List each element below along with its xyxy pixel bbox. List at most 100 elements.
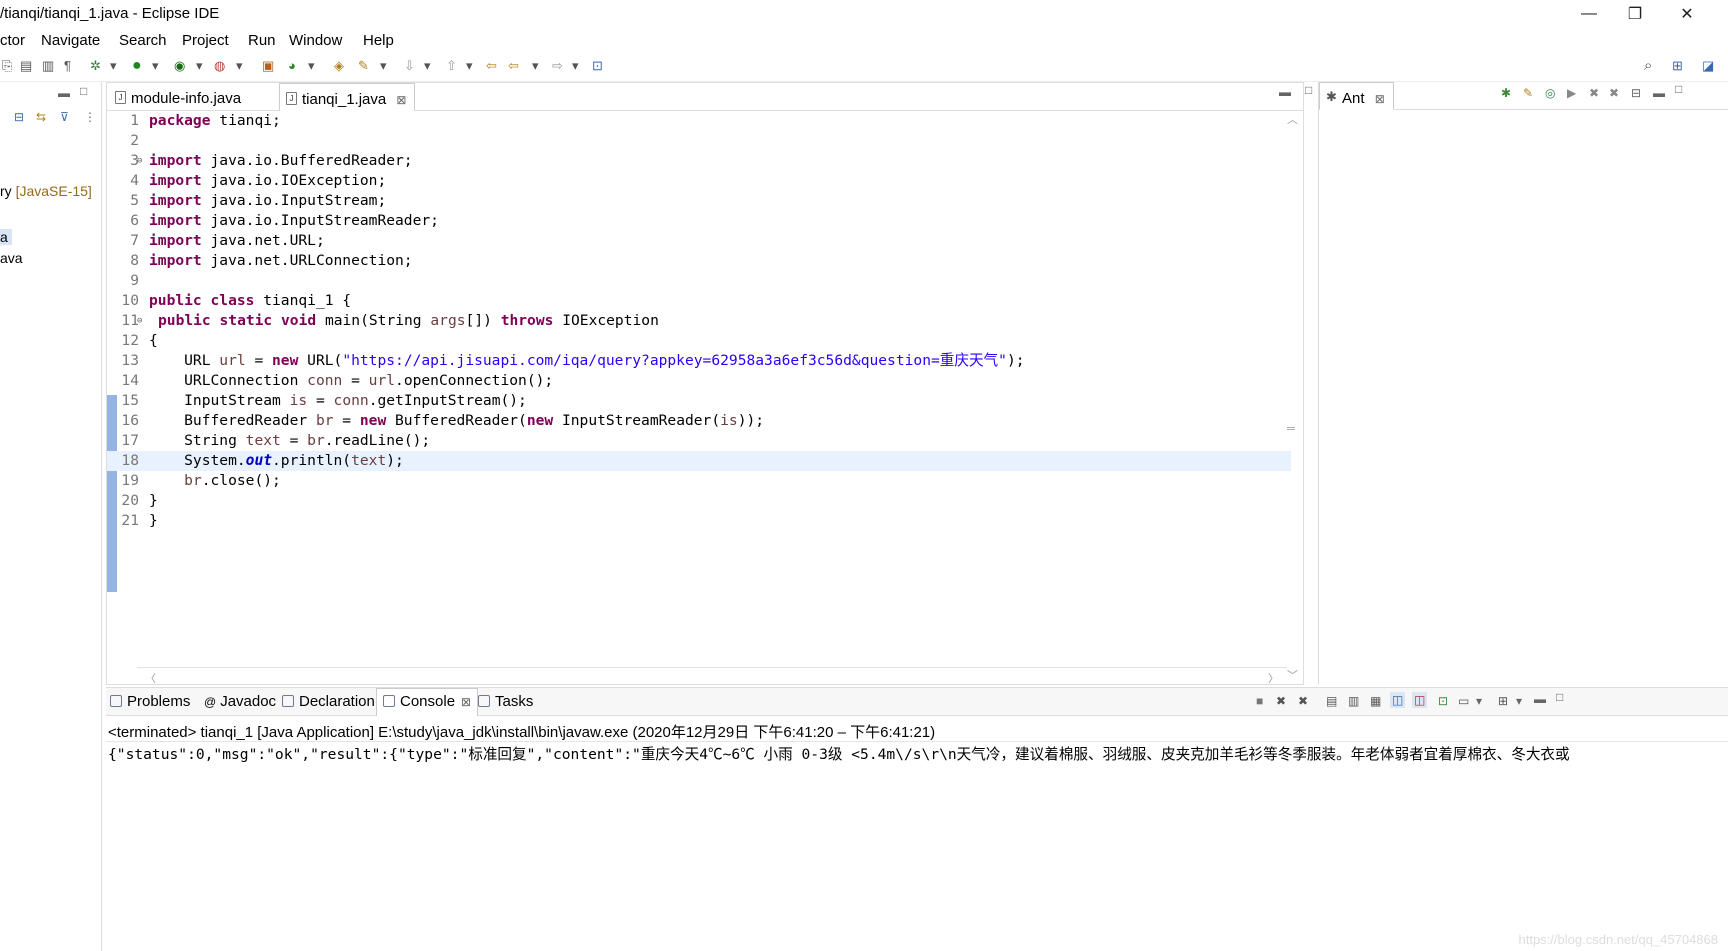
word-wrap-icon[interactable]: ▦ [1370, 694, 1381, 708]
back-icon[interactable]: ⇦ [508, 58, 519, 74]
dropdown-icon[interactable]: ▾ [532, 58, 539, 74]
close-tab-icon[interactable]: ⊠ [396, 93, 406, 107]
show-stderr-icon[interactable]: ◫ [1412, 692, 1428, 708]
search-buildfile-icon[interactable]: ✎ [1523, 86, 1533, 100]
search-icon[interactable]: ⌕ [1644, 58, 1652, 74]
coverage-icon[interactable]: ◉ [174, 58, 185, 74]
tree-item-selected[interactable]: a [0, 229, 12, 245]
external-tools-icon[interactable]: ◍ [214, 58, 225, 74]
menu-refactor[interactable]: ctor [0, 32, 25, 49]
jre-library-label: ry [0, 183, 16, 199]
clear-console-icon[interactable]: ▤ [1326, 694, 1337, 708]
close-button[interactable]: ✕ [1664, 0, 1710, 28]
dropdown-icon[interactable]: ▾ [424, 58, 431, 74]
console-output[interactable]: {"status":0,"msg":"ok","result":{"type":… [108, 743, 1708, 764]
show-stdout-icon[interactable]: ◫ [1390, 692, 1406, 708]
minimize-view-icon[interactable]: ▬ [1534, 692, 1546, 706]
filter-icon[interactable]: ⊽ [60, 110, 69, 124]
maximize-view-icon[interactable]: □ [80, 84, 87, 98]
dropdown-icon[interactable]: ▾ [236, 58, 243, 74]
tab-tasks[interactable]: Tasks [478, 693, 533, 710]
last-edit-icon[interactable]: ⇦ [486, 58, 497, 74]
restore-button[interactable]: ❐ [1612, 0, 1658, 28]
tab-console[interactable]: Console ⊠ [376, 688, 479, 716]
dropdown-icon[interactable]: ▾ [110, 58, 117, 74]
search-tool-icon[interactable]: ✎ [358, 58, 369, 74]
maximize-view-icon[interactable]: □ [1305, 83, 1312, 97]
minimize-view-icon[interactable]: ▬ [1653, 86, 1665, 100]
collapse-all-icon[interactable]: ⊟ [14, 110, 24, 124]
close-tab-icon[interactable]: ⊠ [1375, 92, 1385, 106]
scroll-lock-icon[interactable]: ▥ [1348, 694, 1359, 708]
next-annotation-icon[interactable]: ⇩ [404, 58, 415, 74]
menu-window[interactable]: Window [289, 32, 342, 49]
scroll-right-icon[interactable]: 〉 [1268, 670, 1279, 686]
prev-annotation-icon[interactable]: ⇧ [446, 58, 457, 74]
dropdown-icon[interactable]: ▾ [380, 58, 387, 74]
menu-project[interactable]: Project [182, 32, 229, 49]
view-menu-icon[interactable]: ⊟ [1631, 86, 1641, 100]
maximize-view-icon[interactable]: □ [1556, 690, 1563, 704]
dropdown-icon[interactable]: ▾ [308, 58, 315, 74]
close-tab-icon[interactable]: ⊠ [461, 695, 471, 709]
pin-console-icon[interactable]: ⊡ [1438, 694, 1448, 708]
new-class-icon[interactable]: ◕ [288, 58, 296, 74]
open-perspective-icon[interactable]: ⊞ [1672, 58, 1683, 74]
remove-icon[interactable]: ✖ [1589, 86, 1599, 100]
minimize-button[interactable]: — [1566, 0, 1612, 28]
jre-library-item[interactable]: ry [JavaSE-15] [0, 183, 92, 199]
maximize-view-icon[interactable]: □ [1675, 82, 1682, 96]
horizontal-scrollbar[interactable]: 〈 〉 [137, 667, 1287, 685]
menu-help[interactable]: Help [363, 32, 394, 49]
show-whitespace-icon[interactable]: ¶ [64, 58, 71, 74]
copy-icon[interactable]: ▥ [42, 58, 54, 74]
tree-item-java-file[interactable]: ava [0, 250, 23, 266]
add-buildfile-icon[interactable]: ✱ [1501, 86, 1511, 100]
remove-all-icon[interactable]: ✖ [1609, 86, 1619, 100]
scroll-down-icon[interactable]: ﹀ [1287, 667, 1298, 683]
code-editor[interactable]: 1 package tianqi; 2 3 ⊖ import java.io.Buff… [107, 111, 1291, 667]
tab-problems[interactable]: Problems [110, 693, 190, 710]
dropdown-icon[interactable]: ▾ [152, 58, 159, 74]
hide-internal-icon[interactable]: ◎ [1545, 86, 1555, 100]
fold-icon[interactable]: ⊖ [137, 151, 142, 171]
dropdown-icon[interactable]: ▾ [572, 58, 579, 74]
minimize-view-icon[interactable]: ▬ [58, 86, 70, 100]
save-all-icon[interactable]: ⎘ [2, 58, 12, 74]
tab-javadoc[interactable]: @ Javadoc [204, 693, 276, 710]
scroll-up-icon[interactable]: ︿ [1287, 111, 1298, 127]
dropdown-icon[interactable]: ▾ [466, 58, 473, 74]
tab-declaration[interactable]: Declaration [282, 693, 375, 710]
terminate-icon[interactable]: ■ [1256, 694, 1263, 708]
open-type-icon[interactable]: ◈ [334, 58, 344, 74]
dropdown-icon[interactable]: ▾ [196, 58, 203, 74]
link-editor-icon[interactable]: ⇆ [36, 110, 46, 124]
dropdown-icon[interactable]: ▾ [1516, 694, 1522, 708]
menu-run[interactable]: Run [248, 32, 276, 49]
new-package-icon[interactable]: ▣ [262, 58, 274, 74]
menu-search[interactable]: Search [119, 32, 167, 49]
tab-tianqi-1[interactable]: J tianqi_1.java ⊠ [279, 83, 416, 111]
tab-ant[interactable]: ✱ Ant ⊠ [1319, 82, 1394, 110]
minimize-view-icon[interactable]: ▬ [1279, 85, 1291, 99]
dropdown-icon[interactable]: ▾ [1476, 694, 1482, 708]
scroll-thumb-icon[interactable]: ═ [1287, 423, 1295, 435]
forward-icon[interactable]: ⇨ [552, 58, 563, 74]
display-console-icon[interactable]: ▭ [1458, 694, 1469, 708]
remove-launch-icon[interactable]: ✖ [1276, 694, 1286, 708]
view-menu-icon[interactable]: ⋮ [84, 110, 96, 124]
menu-navigate[interactable]: Navigate [41, 32, 100, 49]
run-target-icon[interactable]: ▶ [1567, 86, 1576, 100]
open-console-icon[interactable]: ⊞ [1498, 694, 1508, 708]
print-icon[interactable]: ▤ [20, 58, 32, 74]
fold-icon[interactable]: ⊖ [137, 311, 142, 331]
tab-module-info[interactable]: J module-info.java [109, 83, 249, 111]
pin-editor-icon[interactable]: ⊡ [592, 58, 603, 74]
run-icon[interactable]: ● [132, 58, 142, 74]
vertical-scrollbar[interactable]: ︿ ═ ﹀ [1283, 111, 1301, 686]
scroll-left-icon[interactable]: 〈 [145, 670, 156, 686]
remove-all-launches-icon[interactable]: ✖ [1298, 694, 1308, 708]
debug-icon[interactable]: ✲ [90, 58, 101, 74]
java-perspective-icon[interactable]: ◪ [1702, 58, 1714, 74]
watermark: https://blog.csdn.net/qq_45704868 [1518, 932, 1719, 947]
